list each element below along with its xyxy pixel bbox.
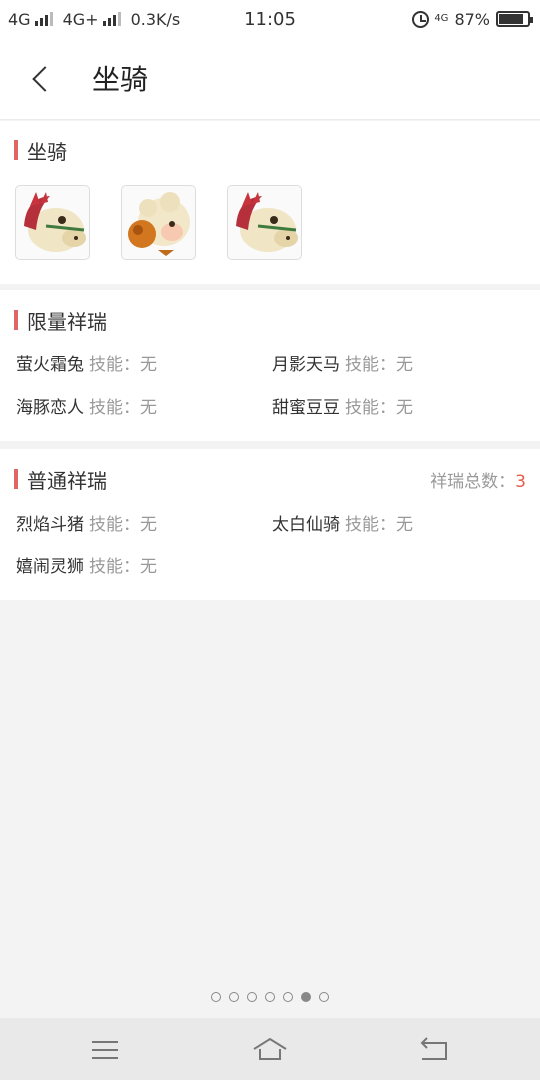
item-name: 萤火霜兔 bbox=[16, 355, 84, 375]
mount-item[interactable] bbox=[15, 185, 90, 260]
item-name: 月影天马 bbox=[272, 355, 340, 375]
limited-item: 萤火霜兔 技能：无 bbox=[16, 350, 157, 375]
network-type-1: 4G bbox=[8, 9, 31, 29]
item-skill: 技能：无 bbox=[345, 515, 413, 535]
item-name: 海豚恋人 bbox=[16, 398, 84, 418]
item-name: 甜蜜豆豆 bbox=[272, 398, 340, 418]
normal-item: 烈焰斗猪 技能：无 bbox=[16, 510, 157, 535]
page-dot bbox=[301, 992, 311, 1002]
mount-item[interactable] bbox=[121, 185, 196, 260]
home-button[interactable] bbox=[250, 1033, 290, 1065]
limited-item: 甜蜜豆豆 技能：无 bbox=[272, 393, 413, 418]
total-value: 3 bbox=[515, 472, 526, 492]
page-indicator bbox=[0, 992, 540, 1002]
sheep-mount-icon bbox=[128, 192, 190, 256]
item-skill: 技能：无 bbox=[345, 355, 413, 375]
normal-item: 嬉闹灵狮 技能：无 bbox=[16, 552, 157, 577]
nav-back-button[interactable] bbox=[414, 1033, 454, 1065]
item-skill: 技能：无 bbox=[89, 398, 157, 418]
battery-icon bbox=[496, 11, 533, 27]
mount-item[interactable] bbox=[227, 185, 302, 260]
status-bar: 4G 4G+ 0.3K/s 11:05 4G 87% bbox=[0, 0, 540, 38]
return-icon bbox=[420, 1037, 447, 1060]
mounts-section: 坐骑 bbox=[0, 121, 540, 284]
home-icon bbox=[253, 1037, 287, 1060]
item-name: 太白仙骑 bbox=[272, 515, 340, 535]
horse-mount-icon bbox=[236, 192, 298, 252]
item-name: 嬉闹灵狮 bbox=[16, 557, 84, 577]
signal-icon bbox=[102, 12, 121, 26]
page-dot bbox=[229, 992, 239, 1002]
page-dot bbox=[211, 992, 221, 1002]
item-skill: 技能：无 bbox=[89, 557, 157, 577]
item-skill: 技能：无 bbox=[89, 355, 157, 375]
app-header: 坐骑 bbox=[0, 38, 540, 120]
network-type-2: 4G+ bbox=[62, 9, 99, 29]
section-title-limited: 限量祥瑞 bbox=[14, 306, 107, 335]
total-count: 祥瑞总数：3 bbox=[430, 467, 526, 492]
limited-item: 海豚恋人 技能：无 bbox=[16, 393, 157, 418]
menu-button[interactable] bbox=[86, 1033, 126, 1065]
section-title-normal: 普通祥瑞 bbox=[14, 465, 107, 494]
alarm-icon bbox=[412, 10, 430, 28]
page-title: 坐骑 bbox=[92, 63, 149, 96]
page-dot bbox=[283, 992, 293, 1002]
section-title-mounts: 坐骑 bbox=[14, 136, 67, 165]
navigation-bar bbox=[0, 1018, 540, 1080]
page-dot bbox=[265, 992, 275, 1002]
network-speed: 0.3K/s bbox=[130, 9, 181, 29]
item-skill: 技能：无 bbox=[89, 515, 157, 535]
normal-section: 普通祥瑞 祥瑞总数：3 烈焰斗猪 技能：无 太白仙骑 技能：无 嬉闹灵狮 技能：无 bbox=[0, 449, 540, 600]
battery-percent: 87% bbox=[454, 9, 490, 29]
signal-icon bbox=[34, 12, 53, 26]
item-skill: 技能：无 bbox=[345, 398, 413, 418]
total-label: 祥瑞总数： bbox=[430, 472, 516, 492]
limited-item: 月影天马 技能：无 bbox=[272, 350, 413, 375]
back-button[interactable] bbox=[24, 60, 60, 100]
volte-indicator: 4G bbox=[434, 13, 449, 24]
normal-item: 太白仙骑 技能：无 bbox=[272, 510, 413, 535]
horse-mount-icon bbox=[24, 192, 86, 252]
page-dot bbox=[247, 992, 257, 1002]
item-name: 烈焰斗猪 bbox=[16, 515, 84, 535]
limited-section: 限量祥瑞 萤火霜兔 技能：无 月影天马 技能：无 海豚恋人 技能：无 甜蜜豆豆 技能：无 bbox=[0, 290, 540, 441]
page-dot bbox=[319, 992, 329, 1002]
